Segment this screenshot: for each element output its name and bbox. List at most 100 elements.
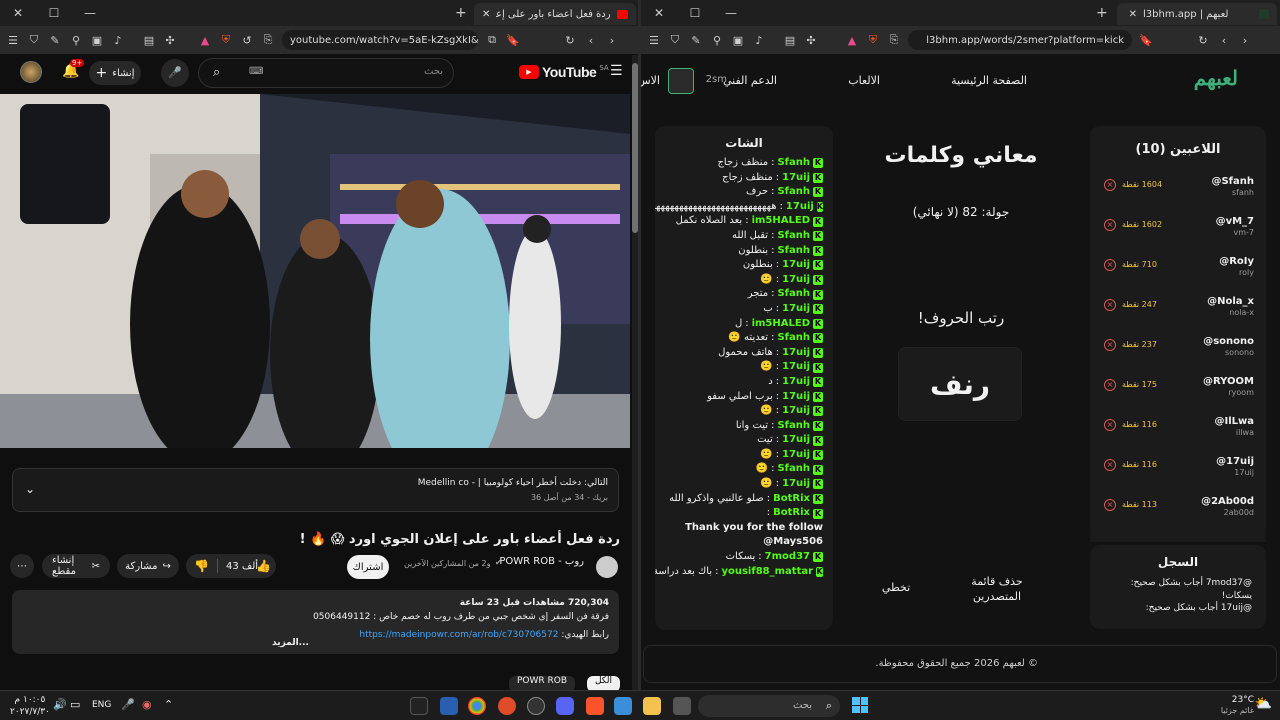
youtube-logo[interactable]: ▶ YouTube SA (519, 64, 609, 80)
chat-username[interactable]: BotRix (773, 506, 810, 521)
like-icon[interactable]: 👍 (256, 559, 271, 573)
voice-search-button[interactable]: 🎤 (161, 59, 189, 87)
tab-close-icon[interactable]: ✕ (1129, 9, 1137, 20)
address-bar[interactable]: l3bhm.app/words/2smer?platform=kick (908, 30, 1132, 50)
chat-username[interactable]: 17uij (782, 448, 810, 463)
bookmark-icon[interactable]: 🔖 (506, 33, 520, 47)
guide-menu-icon[interactable]: ☰ (610, 63, 623, 79)
chat-username[interactable]: 17uij (782, 390, 810, 405)
screenshot-icon[interactable]: ▤ (783, 33, 797, 47)
keyboard-icon[interactable]: ⌨ (249, 66, 263, 77)
chat-username[interactable]: 17uij (782, 375, 810, 390)
address-bar[interactable]: youtube.com/watch?v=5aE-kZsgXkI&list=... (282, 30, 478, 50)
dislike-icon[interactable]: 👎 (194, 559, 209, 573)
chat-username[interactable]: 17uij (786, 200, 814, 215)
site-info-icon[interactable]: ⎘ (261, 33, 275, 47)
nav-games[interactable]: الالعاب (848, 74, 880, 87)
back-icon[interactable]: ‹ (584, 33, 598, 47)
music-icon[interactable]: ♪ (111, 33, 125, 47)
tray-app-icon[interactable]: ◉ (142, 698, 152, 711)
app-icon[interactable] (498, 697, 516, 715)
chat-username[interactable]: 17uij (782, 302, 810, 317)
minimize-icon[interactable]: — (713, 6, 749, 20)
chat-username[interactable]: Sfanh (777, 185, 810, 200)
brave-rewards-icon[interactable]: ▲ (198, 33, 212, 47)
start-icon[interactable] (852, 697, 868, 713)
chat-username[interactable]: im5HALED (752, 214, 810, 229)
brave-rewards-icon[interactable]: ▲ (845, 33, 859, 47)
chat-username[interactable]: yousif88_mattar (721, 565, 813, 580)
close-window-icon[interactable]: ✕ (0, 6, 36, 20)
chat-username[interactable]: 17uij (782, 273, 810, 288)
file-explorer-icon[interactable] (643, 697, 661, 715)
chat-username[interactable]: 17uij (782, 346, 810, 361)
remove-player-icon[interactable]: × (1104, 419, 1116, 431)
chat-username[interactable]: 17uij (782, 171, 810, 186)
language-indicator[interactable]: ENG (92, 700, 111, 710)
maximize-icon[interactable]: ☐ (677, 6, 713, 20)
remove-player-icon[interactable]: × (1104, 299, 1116, 311)
remove-player-icon[interactable]: × (1104, 379, 1116, 391)
remove-player-icon[interactable]: × (1104, 459, 1116, 471)
mic-icon[interactable]: 🎤 (121, 698, 135, 711)
nav-home[interactable]: الصفحة الرئيسية (951, 74, 1027, 87)
search-box[interactable]: ⌕ ⌨ بحث (198, 58, 454, 88)
screenshot-icon[interactable]: ▤ (142, 33, 156, 47)
chat-username[interactable]: Sfanh (777, 287, 810, 302)
chat-username[interactable]: 17uij (782, 404, 810, 419)
remove-player-icon[interactable]: × (1104, 219, 1116, 231)
search-icon[interactable]: ⌕ (213, 65, 220, 80)
remove-player-icon[interactable]: × (1104, 339, 1116, 351)
menu-icon[interactable]: ☰ (647, 33, 661, 47)
network-icon[interactable]: ▭ (70, 698, 80, 711)
brave-icon[interactable] (586, 697, 604, 715)
chevron-down-icon[interactable]: ⌄ (25, 482, 35, 496)
minimize-icon[interactable]: — (72, 6, 108, 20)
remove-player-icon[interactable]: × (1104, 179, 1116, 191)
description-box[interactable]: 720,304 مشاهدات قبل 23 ساعة فرقة فن السف… (12, 590, 619, 654)
user-avatar[interactable] (668, 68, 694, 94)
chat-username[interactable]: Sfanh (777, 331, 810, 346)
chrome-icon[interactable] (468, 697, 486, 715)
back-icon[interactable]: ‹ (1217, 33, 1231, 47)
clock[interactable]: ١٠:٠٥ م ٢٠٢٧/٧/٣٠ (10, 694, 50, 718)
chat-username[interactable]: Sfanh (777, 229, 810, 244)
sidebar-icon[interactable]: ▣ (90, 33, 104, 47)
remove-leaderboard-button[interactable]: حذف قائمة المتصدرين (957, 574, 1037, 604)
copy-icon[interactable]: ⧉ (485, 33, 499, 47)
weather-widget[interactable]: ⛅ 23°C غائم جزئيا (1212, 694, 1276, 718)
tab-close-icon[interactable]: ✕ (482, 9, 490, 20)
more-actions-icon[interactable]: ⋯ (10, 554, 34, 578)
new-tab-icon[interactable]: + (455, 5, 467, 21)
share-button[interactable]: مشاركة ↪ (117, 554, 179, 578)
chat-username[interactable]: BotRix (773, 492, 810, 507)
menu-icon[interactable]: ☰ (6, 33, 20, 47)
chat-username[interactable]: 17uij (782, 433, 810, 448)
show-more-link[interactable]: ...المزيد (272, 636, 309, 650)
tab-l3bhm[interactable]: l3bhm.app | لعبهم ✕ (1117, 3, 1277, 25)
refresh-icon[interactable]: ↻ (563, 33, 577, 47)
app-shield-icon[interactable] (440, 697, 458, 715)
bookmark-icon[interactable]: 🔖 (1139, 33, 1153, 47)
epic-games-icon[interactable] (410, 697, 428, 715)
volume-icon[interactable]: 🔊 (53, 698, 67, 711)
app-icon[interactable] (614, 697, 632, 715)
site-info-icon[interactable]: ⎘ (887, 33, 901, 47)
chip-channel[interactable]: POWR ROB (508, 676, 575, 690)
clip-button[interactable]: إنشاء مقطع ✂ (42, 554, 110, 578)
chat-username[interactable]: 17uij (782, 258, 810, 273)
video-player[interactable] (0, 94, 630, 448)
shield-icon[interactable]: ⛉ (27, 33, 41, 47)
reload-page-icon[interactable]: ↺ (240, 33, 254, 47)
description-link[interactable]: https://madeinpowr.com/ar/rob/c730706572 (359, 630, 558, 640)
create-button[interactable]: + إنشاء (89, 61, 141, 85)
extension-icon[interactable]: ✎ (48, 33, 62, 47)
brave-shield-icon[interactable]: ⛨ (219, 33, 233, 47)
chat-username[interactable]: im5HALED (752, 317, 810, 332)
chat-username[interactable]: Sfanh (777, 419, 810, 434)
task-view-icon[interactable] (673, 697, 691, 715)
pin-icon[interactable]: ⚲ (69, 33, 83, 47)
remove-player-icon[interactable]: × (1104, 259, 1116, 271)
chat-username[interactable]: 17uij (782, 477, 810, 492)
pin-icon[interactable]: ⚲ (710, 33, 724, 47)
